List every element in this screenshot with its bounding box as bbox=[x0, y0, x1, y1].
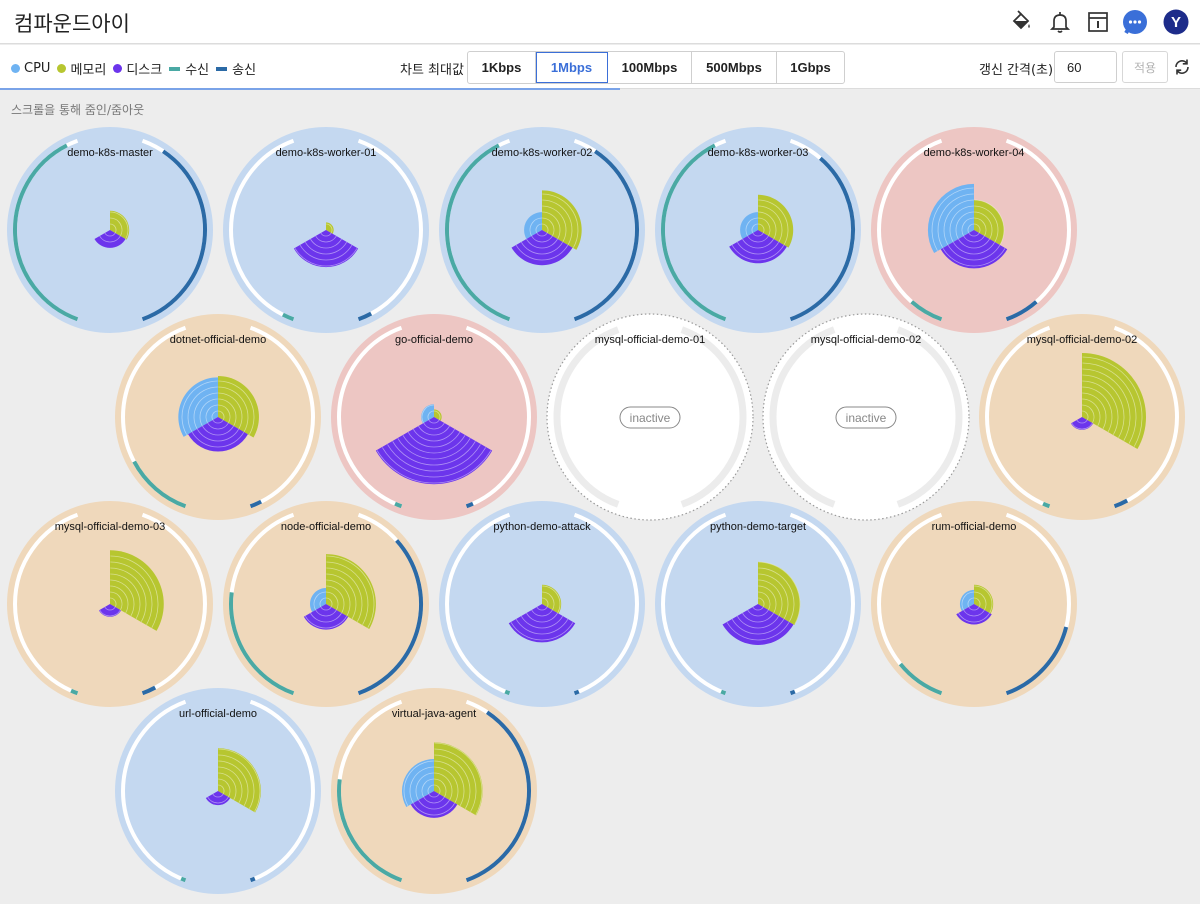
node-card[interactable]: node-official-demo bbox=[223, 501, 429, 707]
node-name: mysql-official-demo-02 bbox=[1027, 334, 1137, 346]
node-name: go-official-demo bbox=[395, 334, 473, 346]
node-name: demo-k8s-worker-02 bbox=[492, 147, 593, 159]
inactive-label: inactive bbox=[846, 411, 887, 425]
rx-arc bbox=[70, 688, 79, 696]
node-card[interactable]: demo-k8s-worker-01 bbox=[223, 127, 429, 333]
rx-arc bbox=[720, 689, 727, 696]
node-name: dotnet-official-demo bbox=[170, 334, 266, 346]
node-board: demo-k8s-master demo-k8s-worker-01 demo-k8… bbox=[7, 127, 1185, 894]
node-card[interactable]: virtual-java-agent bbox=[331, 688, 537, 894]
node-card[interactable]: url-official-demo bbox=[115, 688, 321, 894]
node-card[interactable]: dotnet-official-demo bbox=[115, 314, 321, 520]
node-card[interactable]: mysql-official-demo-02 bbox=[979, 314, 1185, 520]
node-card[interactable]: inactive mysql-official-demo-02 bbox=[762, 313, 970, 521]
node-name: python-demo-target bbox=[710, 521, 806, 533]
tx-arc bbox=[465, 501, 474, 509]
node-name: demo-k8s-worker-04 bbox=[924, 147, 1025, 159]
node-name: demo-k8s-master bbox=[67, 147, 153, 159]
node-card[interactable]: python-demo-attack bbox=[439, 501, 645, 707]
inactive-label: inactive bbox=[630, 411, 671, 425]
rx-arc bbox=[394, 501, 403, 509]
node-card[interactable]: rum-official-demo bbox=[871, 501, 1077, 707]
node-card[interactable]: inactive mysql-official-demo-01 bbox=[546, 313, 754, 521]
node-name: virtual-java-agent bbox=[392, 708, 476, 720]
node-card[interactable]: demo-k8s-worker-03 bbox=[655, 127, 861, 333]
tx-arc bbox=[789, 689, 796, 696]
node-card[interactable]: go-official-demo bbox=[331, 314, 537, 520]
node-name: mysql-official-demo-01 bbox=[595, 334, 705, 346]
node-name: mysql-official-demo-03 bbox=[55, 521, 165, 533]
tx-arc bbox=[249, 876, 256, 883]
node-card[interactable]: demo-k8s-worker-02 bbox=[439, 127, 645, 333]
node-name: demo-k8s-worker-03 bbox=[708, 147, 809, 159]
node-name: python-demo-attack bbox=[493, 521, 591, 533]
rx-arc bbox=[504, 689, 511, 696]
tx-arc bbox=[573, 689, 580, 696]
node-name: node-official-demo bbox=[281, 521, 371, 533]
node-card[interactable]: mysql-official-demo-03 bbox=[7, 501, 213, 707]
rx-arc bbox=[180, 876, 187, 883]
node-name: url-official-demo bbox=[179, 708, 257, 720]
node-card[interactable]: demo-k8s-master bbox=[7, 127, 213, 333]
node-card[interactable]: demo-k8s-worker-04 bbox=[871, 127, 1077, 333]
node-card[interactable]: python-demo-target bbox=[655, 501, 861, 707]
node-name: demo-k8s-worker-01 bbox=[276, 147, 377, 159]
rx-arc bbox=[1042, 501, 1051, 509]
node-name: mysql-official-demo-02 bbox=[811, 334, 921, 346]
node-name: rum-official-demo bbox=[932, 521, 1017, 533]
